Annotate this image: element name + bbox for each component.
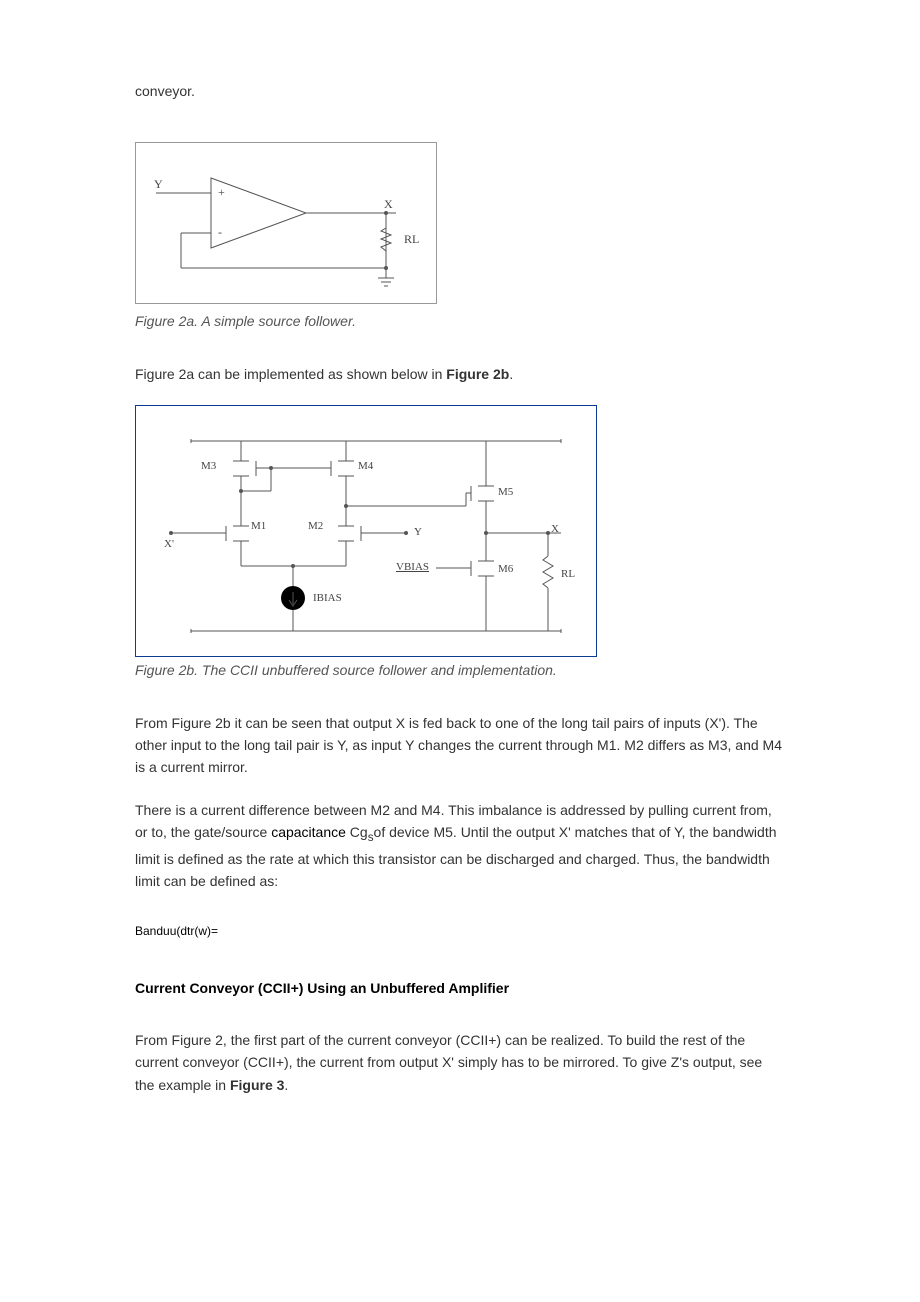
figure-2b-svg: [136, 406, 596, 656]
intro-2b-bold: Figure 2b: [446, 366, 509, 382]
paragraph-1: From Figure 2b it can be seen that outpu…: [135, 712, 785, 779]
label-m2: M2: [308, 518, 323, 536]
para3-post: .: [284, 1077, 288, 1093]
label-minus: -: [218, 223, 222, 242]
label-rl: RL: [404, 230, 419, 249]
label-x2: X: [551, 521, 559, 539]
intro-2b-post: .: [509, 366, 513, 382]
para3-bold: Figure 3: [230, 1077, 284, 1093]
paragraph-3: From Figure 2, the first part of the cur…: [135, 1029, 785, 1096]
intro-2b: Figure 2a can be implemented as shown be…: [135, 363, 785, 385]
label-ibias: IBIAS: [313, 590, 342, 608]
figure-2a-svg: [136, 143, 436, 303]
label-m4: M4: [358, 458, 373, 476]
bandwidth-formula: Banduu(dtr(w)=: [135, 922, 785, 941]
label-m5: M5: [498, 484, 513, 502]
label-m1: M1: [251, 518, 266, 536]
intro-2b-pre: Figure 2a can be implemented as shown be…: [135, 366, 446, 382]
lead-in-text: conveyor.: [135, 80, 785, 102]
label-plus: +: [218, 183, 225, 202]
label-x: X: [384, 195, 393, 214]
label-m6: M6: [498, 561, 513, 579]
para2-mid: Cg: [346, 824, 368, 840]
label-rl2: RL: [561, 566, 575, 584]
label-m3: M3: [201, 458, 216, 476]
figure-2a: Y + - X RL: [135, 142, 437, 304]
figure-2b: M3 M4 M1 M2 M5 M6 X' Y X VBIAS IBIAS RL: [135, 405, 597, 657]
label-vbias: VBIAS: [396, 559, 429, 577]
section-heading: Current Conveyor (CCII+) Using an Unbuff…: [135, 977, 785, 999]
capacitance-link[interactable]: capacitance: [271, 824, 346, 840]
label-xprime: X': [164, 536, 174, 554]
paper-page: conveyor. Y + - X: [0, 0, 920, 1302]
figure-2b-caption: Figure 2b. The CCII unbuffered source fo…: [135, 659, 785, 681]
figure-2a-caption: Figure 2a. A simple source follower.: [135, 310, 785, 332]
label-y2: Y: [414, 524, 422, 542]
label-y: Y: [154, 175, 163, 194]
paragraph-2: There is a current difference between M2…: [135, 799, 785, 893]
